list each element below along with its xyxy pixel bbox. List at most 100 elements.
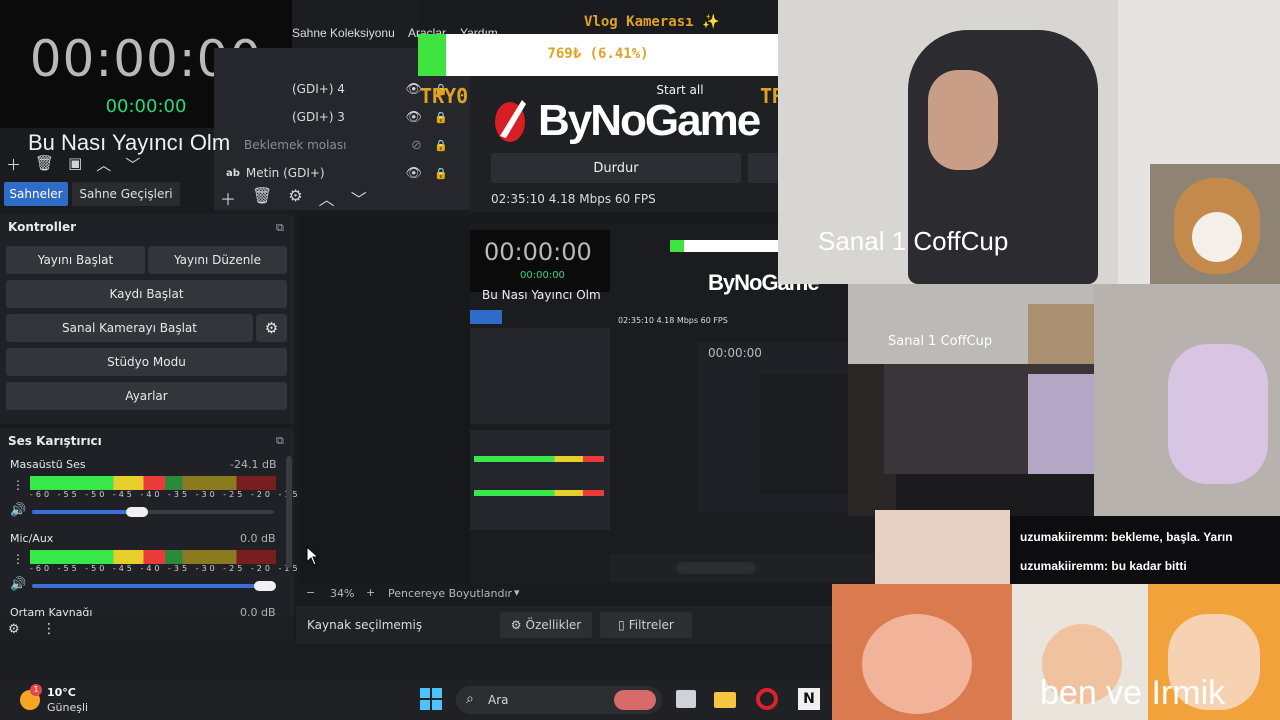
studio-mode-button[interactable]: Stüdyo Modu (6, 348, 287, 376)
filter-icon[interactable]: ▣ (68, 154, 82, 175)
mixer-channel-name: Mic/Aux (10, 532, 54, 545)
mixer-channel-name: Masaüstü Ses (10, 458, 86, 471)
volume-slider-handle[interactable] (254, 581, 276, 591)
zoom-in-icon[interactable]: + (366, 586, 375, 599)
opera-icon[interactable] (756, 688, 778, 710)
properties-label: Özellikler (525, 618, 582, 632)
add-icon[interactable]: ＋ (6, 154, 21, 175)
zoom-out-icon[interactable]: − (306, 586, 315, 599)
nested-timer-2: 00:00:00 (708, 346, 762, 360)
notification-badge: 1 (30, 684, 42, 696)
undock-icon[interactable]: ⧉ (276, 434, 284, 448)
chat-text: bu kadar bitti (1111, 559, 1187, 573)
preview-zoom-bar: − 34% + Pencereye Boyutlandır ▾ (300, 584, 832, 604)
mixer-channel-name: Ortam Kaynağı (10, 606, 93, 616)
stream-stats: 02:35:10 4.18 Mbps 60 FPS (491, 192, 656, 206)
taskbar (0, 680, 832, 720)
volume-meter-level (30, 550, 165, 564)
camera-label: Sanal 1 CoffCup (818, 226, 1009, 256)
source-label: (GDI+) 4 (292, 82, 345, 96)
donation-goal-min: TRY0 (420, 84, 469, 108)
speaker-icon[interactable]: 🔊 (10, 503, 26, 518)
mixer-channel-db: 0.0 dB (240, 532, 276, 545)
lock-icon[interactable]: 🔒 (434, 167, 448, 180)
eye-icon[interactable]: 👁 (405, 110, 422, 125)
lock-icon[interactable]: 🔒 (434, 111, 448, 124)
speaker-icon[interactable]: 🔊 (10, 577, 26, 592)
trash-icon[interactable]: 🗑 (35, 154, 54, 175)
donation-progress-text: 769₺ (6.41%) (547, 46, 649, 62)
stream-title-overlay: Bu Nası Yayıncı Olm (28, 130, 231, 155)
properties-button[interactable]: ⚙ Özellikler (500, 612, 592, 638)
eye-off-icon[interactable]: ⊘ (411, 138, 422, 153)
bynogame-logo-mark (495, 100, 526, 142)
tiles-caption: ben ve Irmik (1040, 674, 1226, 712)
stop-button[interactable]: Durdur (491, 153, 741, 183)
camera-label-small: Sanal 1 CoffCup (888, 334, 993, 349)
menubar-bg (292, 0, 418, 48)
no-source-selected: Kaynak seçilmemiş (307, 618, 423, 632)
chevron-down-icon[interactable]: ﹀ (351, 186, 367, 210)
donation-goal-title: Vlog Kamerası ✨ (584, 14, 720, 30)
status-bar (0, 646, 832, 680)
fit-to-window-dropdown[interactable]: Pencereye Boyutlandır (388, 587, 512, 600)
source-row[interactable]: Beklemek molası ⊘ 🔒 (230, 132, 462, 158)
chevron-up-icon[interactable]: ︿ (319, 186, 335, 210)
volume-meter-level (30, 476, 165, 490)
filters-button[interactable]: ▯ Filtreler (600, 612, 692, 638)
source-label: Beklemek molası (244, 138, 347, 152)
file-explorer-icon[interactable] (714, 692, 736, 708)
weather-text[interactable]: Güneşli (47, 701, 88, 714)
start-stream-button[interactable]: Yayını Başlat (6, 246, 145, 274)
eye-icon[interactable]: 👁 (405, 166, 422, 181)
chevron-down-icon[interactable]: ▾ (514, 586, 520, 599)
tab-scene-transitions[interactable]: Sahne Geçişleri (72, 182, 180, 206)
volume-slider-handle[interactable] (126, 507, 148, 517)
scenes-toolbar: ＋ 🗑 ▣ ︿ ﹀ (6, 154, 140, 175)
start-record-button[interactable]: Kaydı Başlat (6, 280, 287, 308)
mixer-settings-icon[interactable]: ⚙ (8, 622, 20, 637)
notion-icon[interactable]: N (798, 688, 820, 710)
start-virtual-camera-button[interactable]: Sanal Kamerayı Başlat (6, 314, 253, 342)
lock-icon[interactable]: 🔒 (434, 139, 448, 152)
add-icon[interactable]: ＋ (220, 186, 236, 210)
controls-title: Kontroller (8, 220, 77, 234)
kebab-menu-icon[interactable]: ⋮ (12, 478, 24, 492)
source-row[interactable]: ab Metin (GDI+) 👁 🔒 (226, 160, 462, 186)
chevron-down-icon[interactable]: ﹀ (125, 154, 140, 175)
mixer-channel-db: -24.1 dB (230, 458, 277, 471)
source-label: Metin (GDI+) (245, 166, 325, 180)
settings-button[interactable]: Ayarlar (6, 382, 287, 410)
search-label: Ara (488, 693, 509, 707)
gear-icon[interactable]: ⚙ (288, 186, 302, 210)
source-label: (GDI+) 3 (292, 110, 345, 124)
trash-icon[interactable]: 🗑 (252, 186, 272, 210)
text-source-icon: ab (226, 167, 240, 179)
mixer-channel-db: 0.0 dB (240, 606, 276, 616)
undock-icon[interactable]: ⧉ (276, 221, 284, 235)
chat-user: uzumakiiremm (1020, 530, 1105, 544)
tab-scenes[interactable]: Sahneler (4, 182, 68, 206)
nested-timer: 00:00:00 (484, 238, 592, 266)
menu-scene-collection[interactable]: Sahne Koleksiyonu (292, 26, 395, 40)
kebab-menu-icon[interactable]: ⋮ (42, 621, 56, 637)
gear-icon: ⚙ (510, 618, 522, 632)
anime-tile-small (875, 510, 1010, 584)
sponsor-logo: ByNoGame (538, 96, 761, 145)
volume-slider[interactable] (32, 584, 272, 588)
task-view-icon[interactable] (676, 690, 696, 708)
weather-temp[interactable]: 10°C (47, 686, 76, 699)
edit-stream-button[interactable]: Yayını Düzenle (148, 246, 287, 274)
chat-overlay (1010, 516, 1280, 584)
windows-start-icon[interactable] (420, 688, 442, 710)
search-icon: ⌕ (466, 691, 474, 707)
recursive-camera-grid: Sanal 1 CoffCup (848, 284, 1280, 516)
search-highlight-icon[interactable] (614, 690, 656, 710)
sources-toolbar: ＋ 🗑 ⚙ ︿ ﹀ (220, 186, 367, 210)
mixer-scrollbar[interactable] (286, 456, 292, 568)
chevron-up-icon[interactable]: ︿ (96, 154, 111, 175)
plush-toy-image (1150, 164, 1280, 284)
volume-slider-track[interactable] (144, 510, 274, 514)
virtual-camera-settings-icon[interactable]: ⚙ (256, 314, 287, 342)
kebab-menu-icon[interactable]: ⋮ (12, 552, 24, 566)
